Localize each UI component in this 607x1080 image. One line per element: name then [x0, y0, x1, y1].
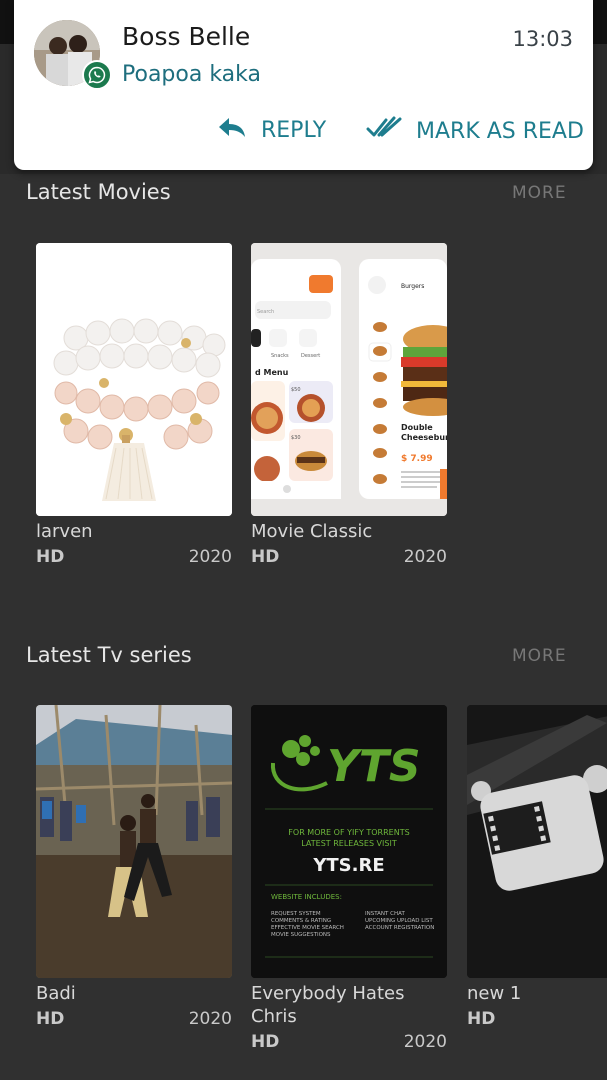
- release-year: 2020: [403, 547, 447, 567]
- notification-card[interactable]: Boss Belle 13:03 Poapoa kaka REPLY MARK …: [14, 0, 593, 170]
- yts-feature-text: UPCOMING UPLOAD LIST: [365, 918, 433, 924]
- yts-logo-text: YTS: [327, 741, 421, 792]
- food-cat-text: Snacks: [271, 353, 289, 359]
- quality-badge: HD: [36, 1009, 65, 1029]
- card-title: Badi: [36, 983, 76, 1004]
- yts-feature-text: EFFECTIVE MOVIE SEARCH: [271, 925, 344, 931]
- card-meta: HD 2020: [251, 1032, 447, 1052]
- double-check-icon: [366, 116, 402, 146]
- tv-series-card[interactable]: Badi HD 2020: [36, 705, 232, 1029]
- more-button-tv-series[interactable]: MORE: [512, 646, 567, 666]
- card-title: Everybody Hates Chris: [251, 983, 405, 1027]
- yts-feature-text: REQUEST SYSTEM: [271, 911, 321, 917]
- food-search-text: Search: [257, 309, 274, 315]
- card-meta: HD 2020: [36, 1009, 232, 1029]
- yts-feature-text: MOVIE SUGGESTIONS: [271, 932, 331, 938]
- quality-badge: HD: [251, 547, 280, 567]
- movie-card[interactable]: Search Snacks Dessert d Menu $50 $30 Bur…: [251, 243, 447, 567]
- mark-as-read-label: MARK AS READ: [416, 118, 584, 144]
- card-title: larven: [36, 521, 93, 542]
- poster-image: [36, 705, 232, 978]
- tv-series-card[interactable]: new 1 HD: [467, 705, 607, 1029]
- poster-image: [36, 243, 232, 516]
- movie-card[interactable]: larven HD 2020: [36, 243, 232, 567]
- yts-feature-text: ACCOUNT REGISTRATION: [365, 925, 434, 931]
- release-year: 2020: [188, 1009, 232, 1029]
- food-menu-text: d Menu: [255, 368, 289, 377]
- card-title: Movie Classic: [251, 521, 373, 542]
- whatsapp-icon: [82, 60, 112, 90]
- release-year: 2020: [188, 547, 232, 567]
- card-title: new 1: [467, 983, 522, 1004]
- card-meta: HD: [467, 1009, 607, 1029]
- food-chip-text: $50: [291, 387, 301, 393]
- card-meta: HD 2020: [251, 547, 447, 567]
- poster-image: Search Snacks Dessert d Menu $50 $30 Bur…: [251, 243, 447, 516]
- food-dish-text: Double: [401, 423, 433, 432]
- quality-badge: HD: [467, 1009, 496, 1029]
- reply-label: REPLY: [261, 117, 327, 143]
- reply-button[interactable]: REPLY: [217, 116, 326, 144]
- food-burgers-text: Burgers: [401, 283, 424, 290]
- more-button-movies[interactable]: MORE: [512, 183, 567, 203]
- section-title-latest-tv-series: Latest Tv series: [26, 643, 192, 667]
- food-dish-text: Cheeseburg: [401, 433, 447, 442]
- quality-badge: HD: [251, 1032, 280, 1052]
- food-price-text: $ 7.99: [401, 454, 433, 464]
- card-meta: HD 2020: [36, 547, 232, 567]
- food-cat-text: Dessert: [301, 353, 320, 359]
- yts-url-text: YTS.RE: [312, 855, 384, 876]
- notification-message: Poapoa kaka: [122, 62, 261, 87]
- quality-badge: HD: [36, 547, 65, 567]
- notification-sender: Boss Belle: [122, 22, 251, 51]
- mark-as-read-button[interactable]: MARK AS READ: [366, 116, 584, 146]
- yts-feature-text: COMMENTS & RATING: [271, 918, 331, 924]
- poster-image: YTS FOR MORE OF YIFY TORRENTS LATEST REL…: [251, 705, 447, 978]
- yts-feature-text: INSTANT CHAT: [365, 911, 405, 917]
- poster-image: [467, 705, 607, 978]
- yts-tagline-text: FOR MORE OF YIFY TORRENTS: [288, 828, 409, 837]
- reply-icon: [217, 116, 247, 144]
- section-title-latest-movies: Latest Movies: [26, 180, 171, 204]
- notification-time: 13:03: [512, 27, 573, 51]
- release-year: 2020: [403, 1032, 447, 1052]
- yts-tagline-text: LATEST RELEASES VISIT: [301, 839, 397, 848]
- food-chip-text: $30: [291, 435, 301, 441]
- yts-includes-text: WEBSITE INCLUDES:: [271, 893, 342, 901]
- tv-series-card[interactable]: YTS FOR MORE OF YIFY TORRENTS LATEST REL…: [251, 705, 447, 1052]
